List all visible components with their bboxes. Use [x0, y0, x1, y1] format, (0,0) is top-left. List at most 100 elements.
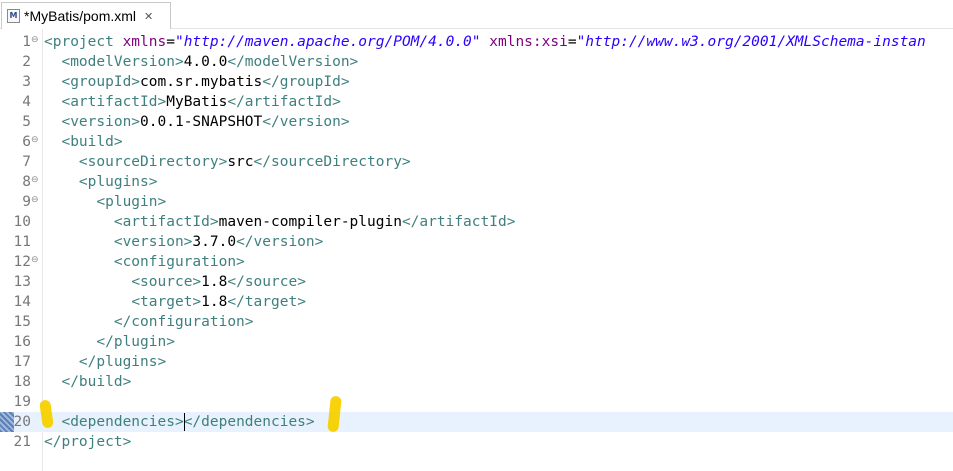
- token-txt: src: [227, 154, 254, 170]
- token-tag: </plugin>: [96, 334, 175, 350]
- code-text: </project>: [44, 432, 131, 452]
- line-number: 5: [22, 114, 31, 130]
- code-line[interactable]: 7 <sourceDirectory>src</sourceDirectory>: [0, 152, 953, 172]
- line-number: 4: [22, 94, 31, 110]
- code-text: </plugin>: [44, 332, 175, 352]
- token-tag: <source>: [131, 274, 202, 290]
- line-number: 10: [13, 214, 31, 230]
- code-line[interactable]: 19: [0, 392, 953, 412]
- code-line[interactable]: 3 <groupId>com.sr.mybatis</groupId>: [0, 72, 953, 92]
- maven-pom-file-icon: M: [7, 9, 20, 23]
- token-tag: <configuration>: [113, 254, 245, 270]
- code-text: <version>0.0.1-SNAPSHOT</version>: [44, 112, 349, 132]
- close-icon[interactable]: ✕: [144, 10, 153, 23]
- editor-tab-bar: M *MyBatis/pom.xml ✕: [0, 0, 953, 29]
- fold-collapse-icon[interactable]: ⊖: [31, 36, 39, 45]
- code-text: <project xmlns="http://maven.apache.org/…: [44, 32, 926, 52]
- code-text: <artifactId>MyBatis</artifactId>: [44, 92, 340, 112]
- code-line[interactable]: 4 <artifactId>MyBatis</artifactId>: [0, 92, 953, 112]
- line-number: 15: [13, 314, 31, 330]
- code-line[interactable]: 2 <modelVersion>4.0.0</modelVersion>: [0, 52, 953, 72]
- code-text: <build>: [44, 132, 123, 152]
- token-txt: =: [166, 34, 175, 50]
- code-line[interactable]: 14 <target>1.8</target>: [0, 292, 953, 312]
- fold-collapse-icon[interactable]: ⊖: [31, 196, 39, 205]
- line-number: 19: [13, 394, 31, 410]
- token-txt: 1.8: [201, 274, 228, 290]
- token-tag: <version>: [113, 234, 193, 250]
- code-text: <plugin>: [44, 192, 166, 212]
- code-line[interactable]: 5 <version>0.0.1-SNAPSHOT</version>: [0, 112, 953, 132]
- token-tag: <plugin>: [96, 194, 167, 210]
- token-tag: </modelVersion>: [227, 54, 359, 70]
- code-line[interactable]: 12 ⊖ <configuration>: [0, 252, 953, 272]
- code-text: <target>1.8</target>: [44, 292, 306, 312]
- code-line[interactable]: 11 <version>3.7.0</version>: [0, 232, 953, 252]
- code-line[interactable]: 21 </project>: [0, 432, 953, 452]
- token-tag: <dependencies>: [61, 414, 184, 430]
- code-line[interactable]: 6 ⊖ <build>: [0, 132, 953, 152]
- code-line[interactable]: 1 ⊖ <project xmlns="http://maven.apache.or…: [0, 32, 953, 52]
- token-tag: </version>: [236, 234, 324, 250]
- fold-collapse-icon[interactable]: ⊖: [31, 176, 39, 185]
- token-tag: <build>: [61, 134, 123, 150]
- token-tag: <groupId>: [61, 74, 141, 90]
- fold-collapse-icon[interactable]: ⊖: [31, 136, 39, 145]
- line-number: 2: [22, 54, 31, 70]
- line-number: 14: [13, 294, 31, 310]
- line-number: 8: [22, 174, 31, 190]
- line-number: 9: [22, 194, 31, 210]
- tab-title: *MyBatis/pom.xml: [24, 8, 137, 24]
- token-tag: <target>: [131, 294, 202, 310]
- token-val: "http://www.w3.org/2001/XMLSchema-instan: [576, 34, 926, 50]
- token-txt: com.sr.mybatis: [140, 74, 263, 90]
- fold-collapse-icon[interactable]: ⊖: [31, 256, 39, 265]
- code-line[interactable]: 9 ⊖ <plugin>: [0, 192, 953, 212]
- token-txt: 1.8: [201, 294, 228, 310]
- token-tag: <modelVersion>: [61, 54, 184, 70]
- line-number: 11: [13, 234, 31, 250]
- line-number: 20: [13, 414, 31, 430]
- line-number: 6: [22, 134, 31, 150]
- token-tag: <plugins>: [78, 174, 158, 190]
- code-line[interactable]: 17 </plugins>: [0, 352, 953, 372]
- token-tag: <project: [44, 34, 123, 50]
- code-line[interactable]: 10 <artifactId>maven-compiler-plugin</ar…: [0, 212, 953, 232]
- token-txt: =: [567, 34, 577, 50]
- code-text: <plugins>: [44, 172, 158, 192]
- line-number: 17: [13, 354, 31, 370]
- xml-source-editor[interactable]: 1 ⊖ <project xmlns="http://maven.apache.or…: [0, 29, 953, 471]
- code-text: </build>: [44, 372, 131, 392]
- code-line[interactable]: 13 <source>1.8</source>: [0, 272, 953, 292]
- token-val: "http://maven.apache.org/POM/4.0.0": [174, 34, 481, 50]
- tab-pom-xml[interactable]: M *MyBatis/pom.xml ✕: [1, 2, 171, 29]
- code-line[interactable]: 18 </build>: [0, 372, 953, 392]
- code-text: </plugins>: [44, 352, 166, 372]
- code-line[interactable]: 20 <dependencies></dependencies>: [0, 412, 953, 432]
- code-line[interactable]: 8 ⊖ <plugins>: [0, 172, 953, 192]
- code-line[interactable]: 15 </configuration>: [0, 312, 953, 332]
- token-tag: </source>: [227, 274, 306, 290]
- code-text: <version>3.7.0</version>: [44, 232, 324, 252]
- token-txt: MyBatis: [166, 94, 228, 110]
- line-number: 1: [22, 34, 31, 50]
- line-number: 21: [13, 434, 31, 450]
- text-caret: [183, 413, 185, 431]
- code-line[interactable]: 16 </plugin>: [0, 332, 953, 352]
- line-number: 12: [13, 254, 31, 270]
- line-number: 16: [13, 334, 31, 350]
- code-text: <modelVersion>4.0.0</modelVersion>: [44, 52, 358, 72]
